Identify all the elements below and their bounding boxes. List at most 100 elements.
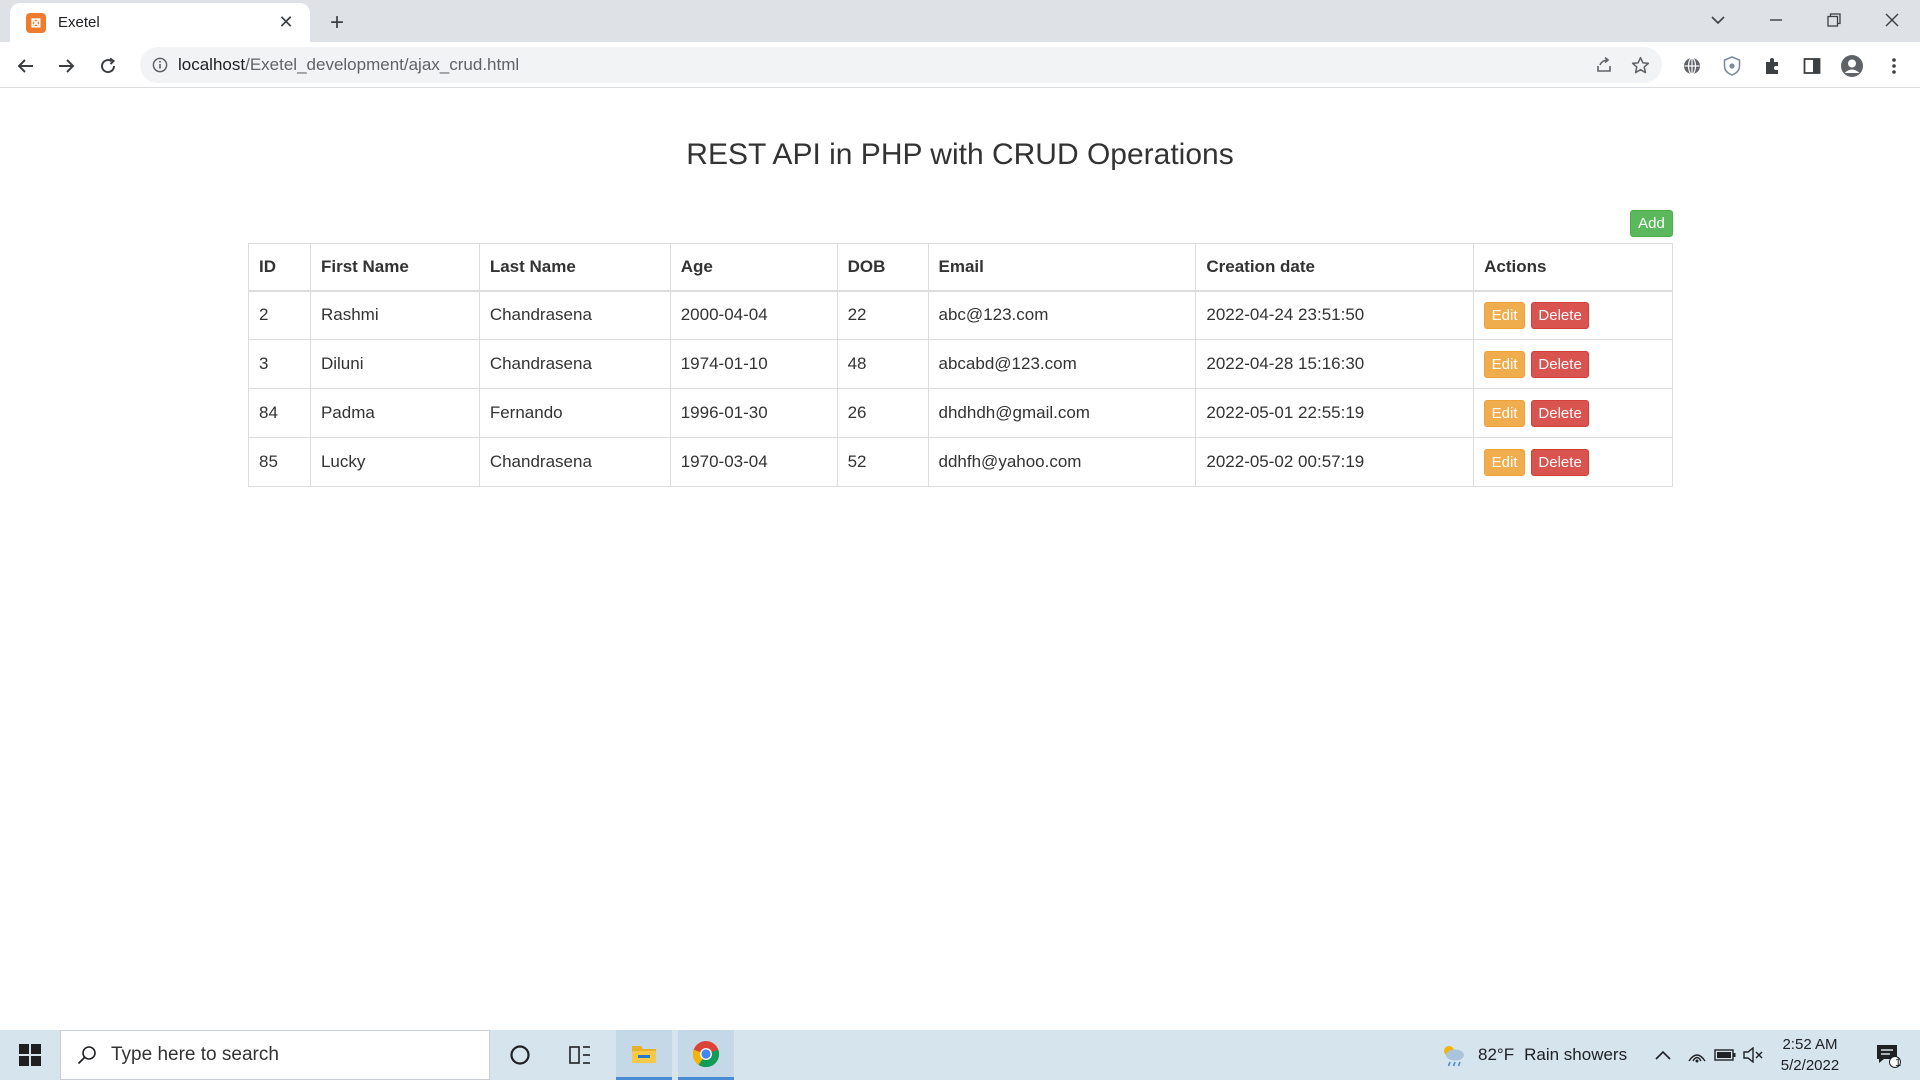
edit-button[interactable]: Edit [1484, 399, 1526, 427]
table-row: 84 Padma Fernando 1996-01-30 26 dhdhdh@g… [248, 388, 1673, 438]
close-tab-icon[interactable]: ✕ [274, 11, 298, 35]
side-panel-icon[interactable] [1796, 50, 1828, 82]
users-table: ID First Name Last Name Age DOB Email Cr… [248, 243, 1673, 487]
edit-button[interactable]: Edit [1484, 350, 1526, 378]
add-button[interactable]: Add [1630, 210, 1673, 237]
cell-actions: Edit Delete [1473, 437, 1673, 487]
cell-actions: Edit Delete [1473, 339, 1673, 389]
site-info-icon[interactable] [150, 55, 170, 75]
cell-first-name: Diluni [309, 339, 480, 389]
header-last-name: Last Name [478, 243, 671, 292]
delete-button[interactable]: Delete [1531, 448, 1590, 476]
url-path: /Exetel_development/ajax_crud.html [245, 55, 520, 74]
forward-arrow-icon[interactable] [50, 50, 82, 82]
header-creation-date: Creation date [1195, 243, 1475, 292]
clock-time: 2:52 AM [1782, 1036, 1838, 1053]
share-icon[interactable] [1586, 47, 1622, 83]
cell-first-name: Rashmi [309, 290, 480, 340]
edit-button[interactable]: Edit [1484, 301, 1526, 329]
address-bar[interactable]: localhost/Exetel_development/ajax_crud.h… [140, 47, 1662, 83]
header-age: Age [669, 243, 838, 292]
notifications-icon[interactable]: 1 [1866, 1030, 1910, 1080]
cell-creation-date: 2022-05-01 22:55:19 [1195, 388, 1475, 438]
task-view-icon[interactable] [552, 1030, 608, 1080]
cell-dob: 48 [836, 339, 929, 389]
cell-creation-date: 2022-05-02 00:57:19 [1195, 437, 1475, 487]
cell-id: 2 [248, 290, 311, 340]
cortana-icon[interactable] [492, 1030, 548, 1080]
header-id: ID [248, 243, 311, 292]
table-row: 2 Rashmi Chandrasena 2000-04-04 22 abc@1… [248, 290, 1673, 340]
cell-creation-date: 2022-04-28 15:16:30 [1195, 339, 1475, 389]
cell-actions: Edit Delete [1473, 290, 1673, 340]
cell-email: ddhfh@yahoo.com [927, 437, 1197, 487]
clock-date: 5/2/2022 [1780, 1057, 1840, 1074]
minimize-icon[interactable] [1750, 0, 1802, 40]
cell-id: 84 [248, 388, 311, 438]
rain-cloud-icon [1440, 1043, 1466, 1067]
delete-button[interactable]: Delete [1531, 399, 1590, 427]
search-icon [75, 1043, 99, 1067]
cell-age: 1974-01-10 [669, 339, 838, 389]
cell-first-name: Padma [309, 388, 480, 438]
header-dob: DOB [836, 243, 929, 292]
extension-globe-icon[interactable] [1676, 50, 1708, 82]
xampp-favicon-icon: ⊠ [26, 12, 46, 33]
cell-id: 3 [248, 339, 311, 389]
chevron-up-icon[interactable] [1648, 1030, 1678, 1080]
cell-actions: Edit Delete [1473, 388, 1673, 438]
wifi-icon[interactable] [1682, 1030, 1712, 1080]
windows-taskbar: Type here to search 82°F Rain showers 2:… [0, 1030, 1920, 1080]
extensions-puzzle-icon[interactable] [1756, 50, 1788, 82]
reload-icon[interactable] [92, 50, 124, 82]
edit-button[interactable]: Edit [1484, 448, 1526, 476]
profile-avatar-icon[interactable] [1836, 50, 1868, 82]
search-placeholder: Type here to search [111, 1044, 279, 1065]
header-email: Email [927, 243, 1197, 292]
table-row: 85 Lucky Chandrasena 1970-03-04 52 ddhfh… [248, 437, 1673, 487]
back-arrow-icon[interactable] [10, 50, 42, 82]
header-actions: Actions [1473, 243, 1673, 292]
cell-dob: 22 [836, 290, 929, 340]
browser-toolbar: localhost/Exetel_development/ajax_crud.h… [0, 42, 1920, 88]
cell-last-name: Fernando [478, 388, 671, 438]
battery-icon[interactable] [1710, 1030, 1740, 1080]
weather-widget[interactable]: 82°F Rain showers [1440, 1030, 1627, 1080]
menu-kebab-icon[interactable] [1878, 50, 1910, 82]
notification-count: 1 [1895, 1057, 1902, 1069]
new-tab-button[interactable]: + [322, 8, 352, 38]
browser-tab[interactable]: ⊠ Exetel ✕ [10, 3, 310, 42]
extension-shield-icon[interactable] [1716, 50, 1748, 82]
bookmark-star-icon[interactable] [1622, 47, 1658, 83]
weather-temperature: 82°F [1478, 1045, 1515, 1064]
page-title: REST API in PHP with CRUD Operations [686, 138, 1234, 171]
cell-dob: 26 [836, 388, 929, 438]
windows-start-icon[interactable] [0, 1030, 60, 1080]
cell-email: abcabd@123.com [927, 339, 1197, 389]
cell-dob: 52 [836, 437, 929, 487]
url-host: localhost [178, 55, 246, 74]
cell-email: abc@123.com [927, 290, 1197, 340]
weather-description: Rain showers [1524, 1045, 1628, 1064]
header-first-name: First Name [309, 243, 480, 292]
system-clock[interactable]: 2:52 AM 5/2/2022 [1770, 1034, 1850, 1076]
taskbar-search-box[interactable]: Type here to search [60, 1030, 490, 1080]
cell-age: 2000-04-04 [669, 290, 838, 340]
tab-search-icon[interactable] [1692, 0, 1744, 40]
url-text[interactable]: localhost/Exetel_development/ajax_crud.h… [178, 55, 1586, 75]
table-row: 3 Diluni Chandrasena 1974-01-10 48 abcab… [248, 339, 1673, 389]
delete-button[interactable]: Delete [1531, 350, 1590, 378]
cell-last-name: Chandrasena [478, 437, 671, 487]
delete-button[interactable]: Delete [1531, 301, 1590, 329]
cell-email: dhdhdh@gmail.com [927, 388, 1197, 438]
file-explorer-icon[interactable] [616, 1030, 672, 1080]
cell-age: 1970-03-04 [669, 437, 838, 487]
restore-icon[interactable] [1808, 0, 1860, 40]
close-window-icon[interactable] [1866, 0, 1918, 40]
cell-creation-date: 2022-04-24 23:51:50 [1195, 290, 1475, 340]
browser-tabstrip: ⊠ Exetel ✕ + [0, 0, 1920, 42]
tab-title: Exetel [58, 14, 100, 31]
speaker-muted-icon[interactable] [1738, 1030, 1768, 1080]
chrome-icon[interactable] [678, 1030, 734, 1080]
cell-age: 1996-01-30 [669, 388, 838, 438]
